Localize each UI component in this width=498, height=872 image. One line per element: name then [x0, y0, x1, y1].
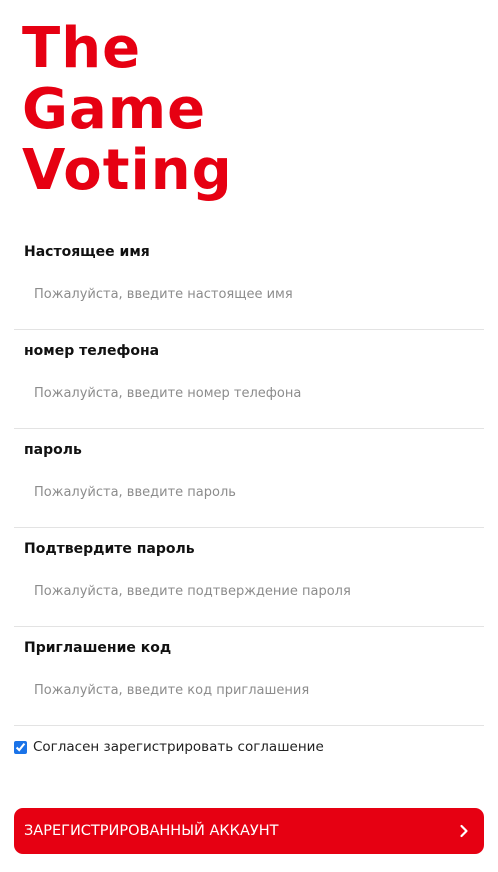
invite-code-input[interactable]	[24, 676, 474, 704]
real-name-label: Настоящее имя	[24, 244, 150, 260]
phone-input[interactable]	[24, 379, 474, 407]
register-account-button[interactable]: ЗАРЕГИСТРИРОВАННЫЙ АККАУНТ	[14, 808, 484, 854]
app-logo: The Game Voting	[22, 18, 262, 201]
real-name-field-group: Настоящее имя	[14, 232, 484, 330]
logo-line-the: The	[22, 16, 142, 81]
password-input[interactable]	[24, 478, 474, 506]
password-field-group: пароль	[14, 430, 484, 528]
agreement-row[interactable]: Согласен зарегистрировать соглашение	[14, 739, 324, 755]
logo-line-game: Game	[22, 77, 207, 142]
agreement-checkbox[interactable]	[14, 740, 27, 754]
agreement-label: Согласен зарегистрировать соглашение	[33, 739, 324, 755]
chevron-right-icon	[444, 808, 484, 854]
real-name-input[interactable]	[24, 280, 474, 308]
registration-form: Настоящее имя номер телефона пароль Подт…	[14, 232, 484, 727]
register-account-label: ЗАРЕГИСТРИРОВАННЫЙ АККАУНТ	[24, 823, 279, 839]
phone-field-group: номер телефона	[14, 331, 484, 429]
confirm-password-field-group: Подтвердите пароль	[14, 529, 484, 627]
confirm-password-label: Подтвердите пароль	[24, 541, 195, 557]
invite-code-field-group: Приглашение код	[14, 628, 484, 726]
invite-code-label: Приглашение код	[24, 640, 172, 656]
confirm-password-input[interactable]	[24, 577, 474, 605]
logo-line-voting: Voting	[22, 138, 233, 203]
phone-label: номер телефона	[24, 343, 160, 359]
password-label: пароль	[24, 442, 82, 458]
